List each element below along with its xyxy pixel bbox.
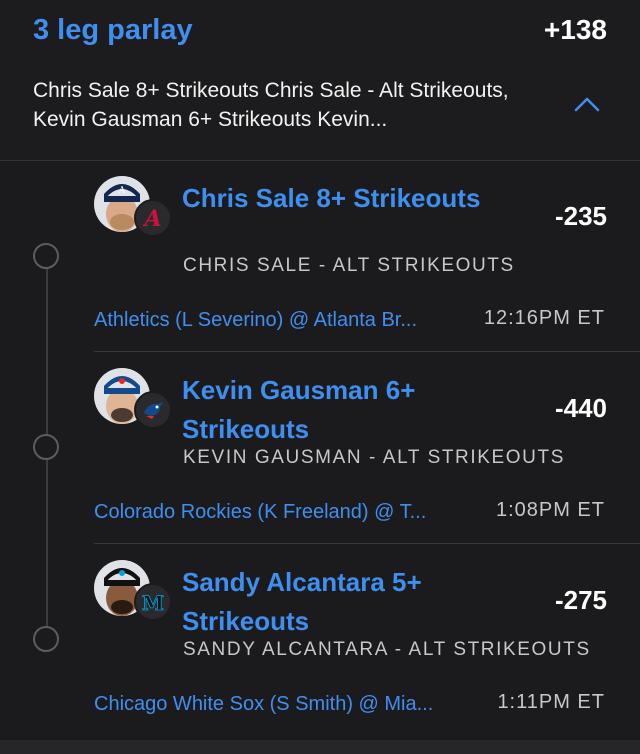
leg-matchup-link[interactable]: Chicago White Sox (S Smith) @ Mia... — [94, 693, 474, 716]
braves-logo-icon: A — [134, 199, 172, 237]
leg-time: 12:16PM ET — [483, 307, 605, 329]
marlins-logo-icon: M — [134, 583, 172, 621]
parlay-summary: Chris Sale 8+ Strikeouts Chris Sale - Al… — [33, 79, 509, 131]
leg-matchup-link[interactable]: Athletics (L Severino) @ Atlanta Br... — [94, 309, 474, 332]
timeline-node — [33, 243, 59, 269]
chevron-up-icon[interactable] — [574, 96, 600, 112]
timeline-node — [33, 434, 59, 460]
leg-title[interactable]: Sandy Alcantara 5+ Strikeouts — [182, 563, 482, 641]
svg-text:A: A — [142, 206, 161, 231]
leg-matchup-link[interactable]: Colorado Rockies (K Freeland) @ T... — [94, 501, 474, 524]
leg-time: 1:08PM ET — [495, 499, 605, 521]
divider — [94, 543, 640, 544]
leg-time: 1:11PM ET — [497, 691, 605, 713]
leg-market: SANDY ALCANTARA - ALT STRIKEOUTS — [183, 639, 591, 660]
leg-item[interactable]: Kevin Gausman 6+ Strikeouts -440 KEVIN G… — [0, 353, 640, 544]
blue-jays-logo-icon — [134, 391, 172, 429]
timeline-node — [33, 626, 59, 652]
bottom-bar — [0, 740, 640, 754]
parlay-title: 3 leg parlay — [33, 14, 193, 46]
divider — [94, 351, 640, 352]
parlay-header[interactable]: 3 leg parlay +138 Chris Sale 8+ Strikeou… — [0, 0, 640, 161]
leg-market: CHRIS SALE - ALT STRIKEOUTS — [183, 255, 515, 276]
svg-text:M: M — [142, 591, 164, 615]
parlay-legs-list: A A Chris Sale 8+ Strikeouts -235 CHRIS … — [0, 161, 640, 754]
leg-odds: -235 — [554, 201, 607, 231]
svg-text:A: A — [118, 186, 126, 196]
parlay-odds: +138 — [543, 14, 607, 45]
leg-item[interactable]: M Sandy Alcantara 5+ Strikeouts -275 SAN… — [0, 545, 640, 736]
leg-market: KEVIN GAUSMAN - ALT STRIKEOUTS — [183, 447, 565, 468]
leg-item[interactable]: A A Chris Sale 8+ Strikeouts -235 CHRIS … — [0, 161, 640, 352]
leg-title[interactable]: Kevin Gausman 6+ Strikeouts — [182, 371, 482, 449]
leg-odds: -275 — [554, 585, 607, 615]
leg-title[interactable]: Chris Sale 8+ Strikeouts — [182, 179, 482, 218]
leg-odds: -440 — [554, 393, 607, 423]
